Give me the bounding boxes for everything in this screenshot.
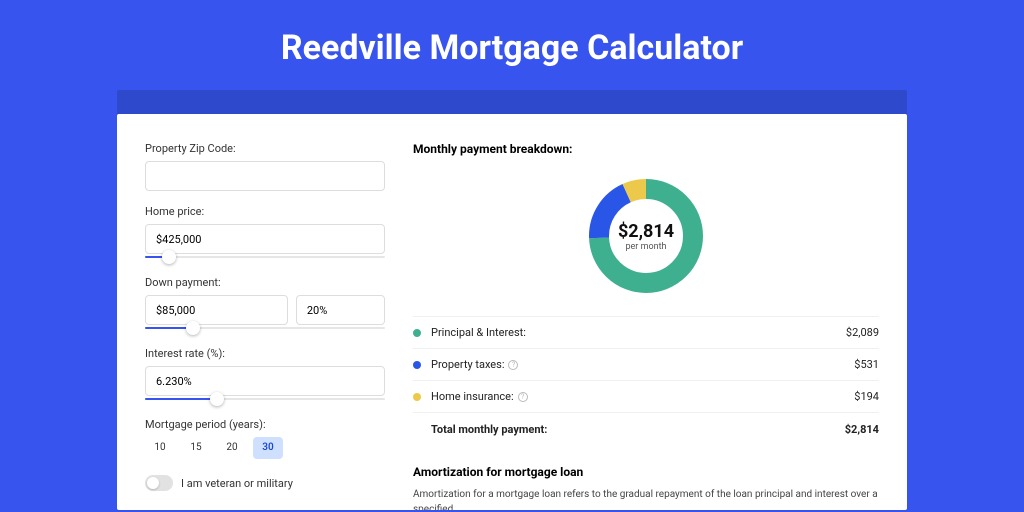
dot-icon bbox=[413, 393, 421, 401]
legend-label: Property taxes: ? bbox=[431, 358, 854, 371]
amortization-body: Amortization for a mortgage loan refers … bbox=[413, 487, 879, 510]
donut-center: $2,814 per month bbox=[587, 177, 705, 295]
rate-slider[interactable] bbox=[145, 394, 385, 404]
calculator-card: Property Zip Code: Home price: Down paym… bbox=[117, 114, 907, 510]
period-label: Mortgage period (years): bbox=[145, 418, 385, 431]
page-title: Reedville Mortgage Calculator bbox=[0, 0, 1024, 90]
amortization-section: Amortization for mortgage loan Amortizat… bbox=[413, 465, 879, 510]
legend-row-total: Total monthly payment: $2,814 bbox=[413, 413, 879, 445]
form-panel: Property Zip Code: Home price: Down paym… bbox=[145, 142, 385, 510]
donut-chart: $2,814 per month bbox=[587, 177, 705, 295]
price-input[interactable] bbox=[145, 224, 385, 254]
legend-value: $2,089 bbox=[846, 326, 879, 339]
price-slider[interactable] bbox=[145, 252, 385, 262]
period-field: Mortgage period (years): 10 15 20 30 bbox=[145, 418, 385, 459]
period-option-30[interactable]: 30 bbox=[253, 437, 283, 459]
dot-icon bbox=[413, 329, 421, 337]
rate-input[interactable] bbox=[145, 366, 385, 396]
down-amount-input[interactable] bbox=[145, 295, 288, 325]
amortization-title: Amortization for mortgage loan bbox=[413, 465, 879, 479]
card-shadow: Property Zip Code: Home price: Down paym… bbox=[117, 90, 907, 510]
donut-chart-area: $2,814 per month bbox=[413, 166, 879, 306]
veteran-label: I am veteran or military bbox=[181, 477, 293, 490]
veteran-toggle[interactable] bbox=[145, 475, 173, 491]
zip-field: Property Zip Code: bbox=[145, 142, 385, 191]
period-option-10[interactable]: 10 bbox=[145, 437, 175, 459]
period-option-15[interactable]: 15 bbox=[181, 437, 211, 459]
legend-row-taxes: Property taxes: ? $531 bbox=[413, 349, 879, 381]
period-options: 10 15 20 30 bbox=[145, 437, 385, 459]
legend-row-insurance: Home insurance: ? $194 bbox=[413, 381, 879, 413]
donut-amount: $2,814 bbox=[618, 221, 674, 242]
down-pct-input[interactable] bbox=[296, 295, 385, 325]
legend: Principal & Interest: $2,089 Property ta… bbox=[413, 316, 879, 445]
legend-total-value: $2,814 bbox=[845, 423, 879, 436]
legend-value: $531 bbox=[854, 358, 879, 371]
period-option-20[interactable]: 20 bbox=[217, 437, 247, 459]
rate-field: Interest rate (%): bbox=[145, 347, 385, 404]
veteran-row: I am veteran or military bbox=[145, 475, 385, 491]
down-field: Down payment: bbox=[145, 276, 385, 333]
legend-total-label: Total monthly payment: bbox=[431, 423, 845, 436]
legend-label: Home insurance: ? bbox=[431, 390, 854, 403]
help-icon[interactable]: ? bbox=[508, 360, 518, 370]
rate-label: Interest rate (%): bbox=[145, 347, 385, 360]
donut-sub: per month bbox=[625, 242, 666, 252]
legend-label: Principal & Interest: bbox=[431, 326, 846, 339]
help-icon[interactable]: ? bbox=[518, 392, 528, 402]
down-label: Down payment: bbox=[145, 276, 385, 289]
zip-label: Property Zip Code: bbox=[145, 142, 385, 155]
legend-value: $194 bbox=[854, 390, 879, 403]
dot-icon bbox=[413, 361, 421, 369]
legend-row-principal: Principal & Interest: $2,089 bbox=[413, 317, 879, 349]
breakdown-panel: Monthly payment breakdown: $2,814 per mo… bbox=[413, 142, 879, 510]
price-label: Home price: bbox=[145, 205, 385, 218]
down-slider[interactable] bbox=[145, 323, 385, 333]
breakdown-title: Monthly payment breakdown: bbox=[413, 142, 879, 156]
price-field: Home price: bbox=[145, 205, 385, 262]
zip-input[interactable] bbox=[145, 161, 385, 191]
